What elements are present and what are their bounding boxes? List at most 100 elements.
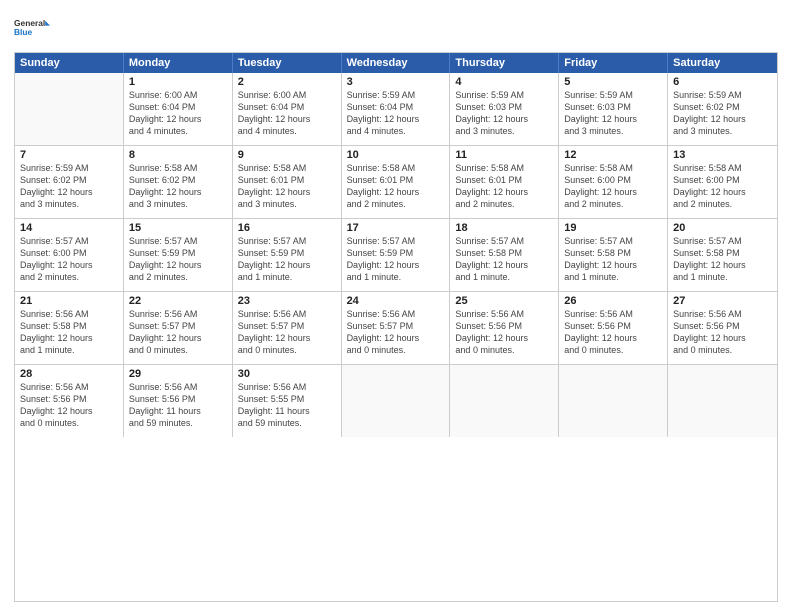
day-number: 15 [129, 222, 227, 234]
day-info: Sunrise: 5:59 AM Sunset: 6:02 PM Dayligh… [20, 162, 118, 211]
calendar-cell: 16Sunrise: 5:57 AM Sunset: 5:59 PM Dayli… [233, 219, 342, 291]
day-info: Sunrise: 5:58 AM Sunset: 6:00 PM Dayligh… [673, 162, 772, 211]
weekday-header: Friday [559, 53, 668, 73]
svg-text:Blue: Blue [14, 27, 33, 37]
day-info: Sunrise: 5:56 AM Sunset: 5:56 PM Dayligh… [673, 308, 772, 357]
calendar-cell: 8Sunrise: 5:58 AM Sunset: 6:02 PM Daylig… [124, 146, 233, 218]
day-info: Sunrise: 5:58 AM Sunset: 6:01 PM Dayligh… [455, 162, 553, 211]
logo-svg: General Blue [14, 10, 50, 46]
calendar-week-row: 21Sunrise: 5:56 AM Sunset: 5:58 PM Dayli… [15, 291, 777, 364]
day-number: 28 [20, 368, 118, 380]
weekday-header: Saturday [668, 53, 777, 73]
calendar-cell: 1Sunrise: 6:00 AM Sunset: 6:04 PM Daylig… [124, 73, 233, 145]
day-number: 2 [238, 76, 336, 88]
day-number: 7 [20, 149, 118, 161]
calendar-cell: 21Sunrise: 5:56 AM Sunset: 5:58 PM Dayli… [15, 292, 124, 364]
day-info: Sunrise: 5:56 AM Sunset: 5:56 PM Dayligh… [564, 308, 662, 357]
day-number: 1 [129, 76, 227, 88]
calendar-cell: 14Sunrise: 5:57 AM Sunset: 6:00 PM Dayli… [15, 219, 124, 291]
day-info: Sunrise: 5:56 AM Sunset: 5:58 PM Dayligh… [20, 308, 118, 357]
day-info: Sunrise: 5:56 AM Sunset: 5:56 PM Dayligh… [20, 381, 118, 430]
day-number: 23 [238, 295, 336, 307]
calendar-cell: 28Sunrise: 5:56 AM Sunset: 5:56 PM Dayli… [15, 365, 124, 437]
day-number: 17 [347, 222, 445, 234]
calendar-cell: 3Sunrise: 5:59 AM Sunset: 6:04 PM Daylig… [342, 73, 451, 145]
calendar-cell: 4Sunrise: 5:59 AM Sunset: 6:03 PM Daylig… [450, 73, 559, 145]
page: General Blue SundayMondayTuesdayWednesda… [0, 0, 792, 612]
day-info: Sunrise: 5:57 AM Sunset: 5:59 PM Dayligh… [129, 235, 227, 284]
calendar-cell: 27Sunrise: 5:56 AM Sunset: 5:56 PM Dayli… [668, 292, 777, 364]
day-number: 11 [455, 149, 553, 161]
calendar-cell: 17Sunrise: 5:57 AM Sunset: 5:59 PM Dayli… [342, 219, 451, 291]
weekday-header: Sunday [15, 53, 124, 73]
day-info: Sunrise: 5:56 AM Sunset: 5:57 PM Dayligh… [347, 308, 445, 357]
calendar-body: 1Sunrise: 6:00 AM Sunset: 6:04 PM Daylig… [15, 73, 777, 437]
day-info: Sunrise: 5:57 AM Sunset: 5:58 PM Dayligh… [455, 235, 553, 284]
calendar-cell [668, 365, 777, 437]
day-info: Sunrise: 5:58 AM Sunset: 6:01 PM Dayligh… [347, 162, 445, 211]
day-number: 14 [20, 222, 118, 234]
calendar-cell: 12Sunrise: 5:58 AM Sunset: 6:00 PM Dayli… [559, 146, 668, 218]
weekday-header: Tuesday [233, 53, 342, 73]
day-number: 25 [455, 295, 553, 307]
day-number: 3 [347, 76, 445, 88]
calendar-cell: 13Sunrise: 5:58 AM Sunset: 6:00 PM Dayli… [668, 146, 777, 218]
calendar-cell: 25Sunrise: 5:56 AM Sunset: 5:56 PM Dayli… [450, 292, 559, 364]
day-info: Sunrise: 5:59 AM Sunset: 6:03 PM Dayligh… [455, 89, 553, 138]
weekday-header: Wednesday [342, 53, 451, 73]
day-number: 8 [129, 149, 227, 161]
day-info: Sunrise: 5:59 AM Sunset: 6:03 PM Dayligh… [564, 89, 662, 138]
calendar-header: SundayMondayTuesdayWednesdayThursdayFrid… [15, 53, 777, 73]
calendar-cell: 6Sunrise: 5:59 AM Sunset: 6:02 PM Daylig… [668, 73, 777, 145]
day-info: Sunrise: 5:56 AM Sunset: 5:56 PM Dayligh… [129, 381, 227, 430]
day-number: 9 [238, 149, 336, 161]
day-info: Sunrise: 5:57 AM Sunset: 5:58 PM Dayligh… [673, 235, 772, 284]
calendar-cell: 9Sunrise: 5:58 AM Sunset: 6:01 PM Daylig… [233, 146, 342, 218]
day-number: 12 [564, 149, 662, 161]
day-number: 5 [564, 76, 662, 88]
calendar-cell: 18Sunrise: 5:57 AM Sunset: 5:58 PM Dayli… [450, 219, 559, 291]
calendar-cell: 22Sunrise: 5:56 AM Sunset: 5:57 PM Dayli… [124, 292, 233, 364]
calendar-cell: 26Sunrise: 5:56 AM Sunset: 5:56 PM Dayli… [559, 292, 668, 364]
calendar-cell: 30Sunrise: 5:56 AM Sunset: 5:55 PM Dayli… [233, 365, 342, 437]
logo: General Blue [14, 10, 50, 46]
calendar-cell [559, 365, 668, 437]
calendar-cell [15, 73, 124, 145]
calendar-cell: 24Sunrise: 5:56 AM Sunset: 5:57 PM Dayli… [342, 292, 451, 364]
day-number: 24 [347, 295, 445, 307]
day-info: Sunrise: 5:56 AM Sunset: 5:57 PM Dayligh… [129, 308, 227, 357]
calendar-cell: 10Sunrise: 5:58 AM Sunset: 6:01 PM Dayli… [342, 146, 451, 218]
calendar-cell: 20Sunrise: 5:57 AM Sunset: 5:58 PM Dayli… [668, 219, 777, 291]
calendar-cell: 5Sunrise: 5:59 AM Sunset: 6:03 PM Daylig… [559, 73, 668, 145]
day-info: Sunrise: 5:56 AM Sunset: 5:57 PM Dayligh… [238, 308, 336, 357]
day-info: Sunrise: 5:57 AM Sunset: 5:59 PM Dayligh… [238, 235, 336, 284]
day-info: Sunrise: 6:00 AM Sunset: 6:04 PM Dayligh… [129, 89, 227, 138]
day-info: Sunrise: 5:57 AM Sunset: 5:58 PM Dayligh… [564, 235, 662, 284]
day-number: 18 [455, 222, 553, 234]
day-number: 4 [455, 76, 553, 88]
day-number: 22 [129, 295, 227, 307]
day-number: 13 [673, 149, 772, 161]
calendar-week-row: 14Sunrise: 5:57 AM Sunset: 6:00 PM Dayli… [15, 218, 777, 291]
calendar: SundayMondayTuesdayWednesdayThursdayFrid… [14, 52, 778, 602]
day-info: Sunrise: 5:58 AM Sunset: 6:01 PM Dayligh… [238, 162, 336, 211]
day-number: 30 [238, 368, 336, 380]
day-number: 16 [238, 222, 336, 234]
day-number: 20 [673, 222, 772, 234]
calendar-cell: 2Sunrise: 6:00 AM Sunset: 6:04 PM Daylig… [233, 73, 342, 145]
day-number: 19 [564, 222, 662, 234]
calendar-cell [342, 365, 451, 437]
calendar-cell: 11Sunrise: 5:58 AM Sunset: 6:01 PM Dayli… [450, 146, 559, 218]
day-info: Sunrise: 5:57 AM Sunset: 6:00 PM Dayligh… [20, 235, 118, 284]
calendar-cell: 15Sunrise: 5:57 AM Sunset: 5:59 PM Dayli… [124, 219, 233, 291]
day-info: Sunrise: 5:59 AM Sunset: 6:04 PM Dayligh… [347, 89, 445, 138]
day-info: Sunrise: 5:57 AM Sunset: 5:59 PM Dayligh… [347, 235, 445, 284]
day-number: 29 [129, 368, 227, 380]
calendar-week-row: 1Sunrise: 6:00 AM Sunset: 6:04 PM Daylig… [15, 73, 777, 145]
day-info: Sunrise: 5:56 AM Sunset: 5:56 PM Dayligh… [455, 308, 553, 357]
day-info: Sunrise: 5:58 AM Sunset: 6:00 PM Dayligh… [564, 162, 662, 211]
day-number: 27 [673, 295, 772, 307]
day-number: 6 [673, 76, 772, 88]
calendar-cell [450, 365, 559, 437]
header: General Blue [14, 10, 778, 46]
